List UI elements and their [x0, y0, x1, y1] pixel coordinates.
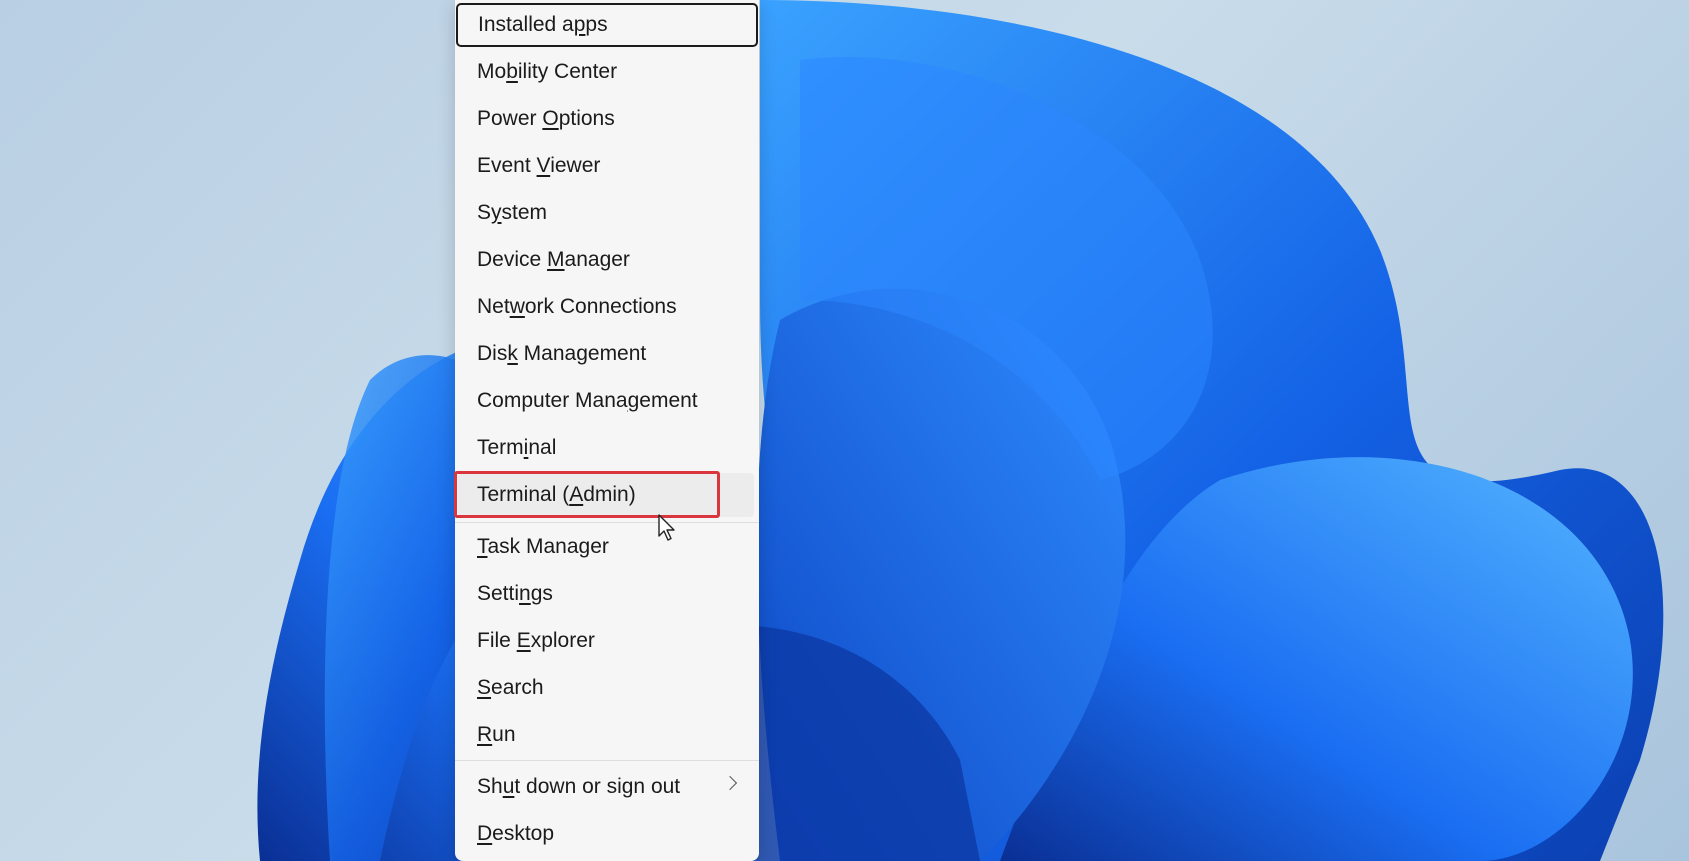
menu-separator: [455, 522, 759, 523]
menu-item-mobility-center[interactable]: Mobility Center: [455, 50, 759, 94]
menu-item-device-manager[interactable]: Device Manager: [455, 238, 759, 282]
menu-item-event-viewer[interactable]: Event Viewer: [455, 144, 759, 188]
desktop-wallpaper: [257, 0, 1664, 861]
quick-link-menu: Installed apps Mobility Center Power Opt…: [455, 0, 759, 861]
chevron-right-icon: [722, 775, 738, 791]
menu-item-disk-management[interactable]: Disk Management: [455, 332, 759, 376]
arrow-pointer-icon: [658, 514, 675, 541]
menu-item-system[interactable]: System: [455, 191, 759, 235]
menu-item-run[interactable]: Run: [455, 713, 759, 757]
menu-item-task-manager[interactable]: Task Manager: [455, 525, 759, 569]
menu-item-terminal[interactable]: Terminal: [455, 426, 759, 470]
menu-item-installed-apps[interactable]: Installed apps: [456, 3, 758, 47]
menu-item-terminal-admin[interactable]: Terminal (Admin): [458, 473, 754, 517]
menu-item-file-explorer[interactable]: File Explorer: [455, 619, 759, 663]
menu-separator: [455, 760, 759, 761]
menu-item-search[interactable]: Search: [455, 666, 759, 710]
menu-item-computer-management[interactable]: Computer Management: [455, 379, 759, 423]
menu-item-network-connections[interactable]: Network Connections: [455, 285, 759, 329]
menu-item-power-options[interactable]: Power Options: [455, 97, 759, 141]
menu-item-desktop[interactable]: Desktop: [455, 812, 759, 856]
menu-item-settings[interactable]: Settings: [455, 572, 759, 616]
menu-item-shut-down-or-sign-out[interactable]: Shut down or sign out: [455, 765, 759, 809]
